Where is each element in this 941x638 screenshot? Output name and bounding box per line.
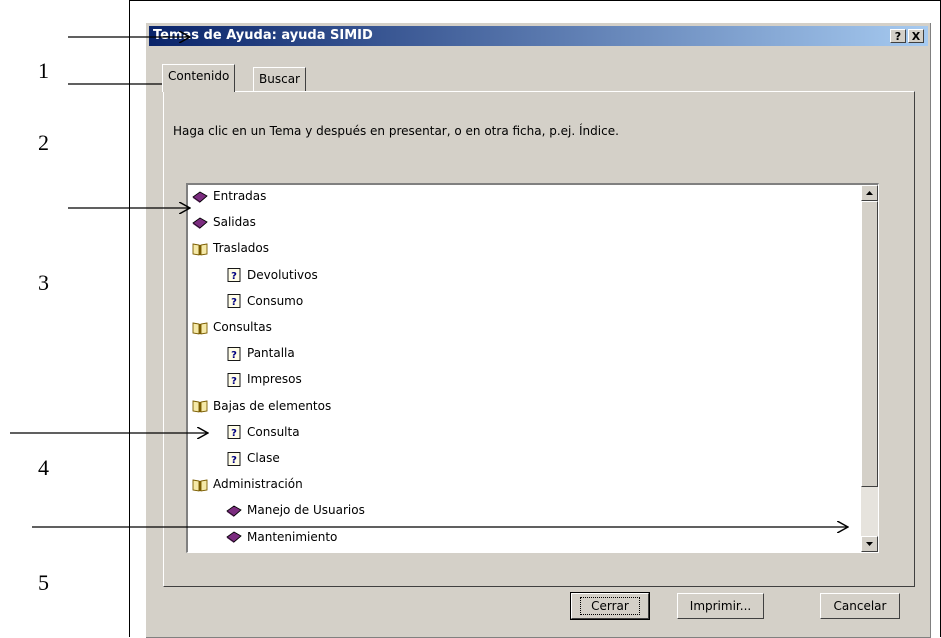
closed-book-icon xyxy=(192,216,208,230)
svg-text:?: ? xyxy=(231,455,237,466)
tree-item-label: Consumo xyxy=(247,293,304,308)
side-number-3: 3 xyxy=(38,270,49,295)
close-window-button[interactable]: X xyxy=(908,29,924,43)
help-page-icon: ? xyxy=(226,425,242,439)
tree-item[interactable]: ? Consulta xyxy=(226,423,300,441)
scroll-down-button[interactable] xyxy=(861,536,878,552)
svg-text:?: ? xyxy=(231,428,237,439)
open-book-icon xyxy=(192,478,208,492)
help-page-icon: ? xyxy=(226,372,242,387)
dialog-title: Temas de Ayuda: ayuda SIMID xyxy=(153,28,373,43)
tree-item-label: Manejo de Usuarios xyxy=(247,503,365,518)
svg-text:?: ? xyxy=(231,376,237,387)
tree-item[interactable]: ? Pantalla xyxy=(226,344,295,362)
scroll-thumb[interactable] xyxy=(861,201,878,487)
help-page-icon: ? xyxy=(226,268,242,282)
scroll-up-button[interactable] xyxy=(861,185,878,201)
imprimir-button-label: Imprimir... xyxy=(689,599,752,613)
svg-text:?: ? xyxy=(231,271,237,282)
help-button[interactable]: ? xyxy=(890,29,906,43)
tree-item[interactable]: Entradas xyxy=(192,187,266,205)
tree-item[interactable]: Traslados xyxy=(192,239,269,257)
side-number-1: 1 xyxy=(38,58,49,83)
tree-item-label: Mantenimiento xyxy=(247,529,338,544)
svg-text:?: ? xyxy=(231,350,237,361)
tree-item[interactable]: Bajas de elementos xyxy=(192,397,331,415)
cerrar-button[interactable]: Cerrar xyxy=(570,592,650,620)
tree-item-label: Impresos xyxy=(247,372,302,387)
help-page-icon: ? xyxy=(226,294,242,308)
instruction-text: Haga clic en un Tema y después en presen… xyxy=(173,124,619,138)
side-number-5: 5 xyxy=(38,570,49,595)
cerrar-button-label: Cerrar xyxy=(580,597,640,615)
tab-contenido[interactable]: Contenido xyxy=(162,64,236,92)
open-book-icon xyxy=(192,321,208,335)
tree-item[interactable]: Manejo de Usuarios xyxy=(226,501,365,519)
tree-item[interactable]: ? Impresos xyxy=(226,370,302,388)
tree-item-label: Pantalla xyxy=(247,346,295,361)
tree-item-label: Bajas de elementos xyxy=(213,398,332,413)
tree-item-label: Salidas xyxy=(213,215,256,230)
tree-item-label: Traslados xyxy=(213,241,270,256)
open-book-icon xyxy=(192,242,208,256)
tree-item-label: Consultas xyxy=(213,320,272,334)
tree-item-label: Administración xyxy=(213,477,303,492)
arrow-down-icon xyxy=(866,542,873,546)
help-page-icon: ? xyxy=(226,451,242,466)
tab-buscar-label: Buscar xyxy=(259,72,300,86)
help-page-icon: ? xyxy=(226,346,242,361)
vertical-scrollbar[interactable] xyxy=(861,185,878,552)
tree-item-label: Entradas xyxy=(213,189,267,203)
cancelar-button[interactable]: Cancelar xyxy=(820,593,900,619)
open-book-icon xyxy=(192,399,208,413)
frame-line-top xyxy=(129,0,941,1)
closed-book-icon xyxy=(192,190,208,204)
tab-buscar[interactable]: Buscar xyxy=(253,67,306,91)
arrow-up-icon xyxy=(866,191,873,195)
tab-contenido-label: Contenido xyxy=(168,69,230,83)
closed-book-icon xyxy=(226,530,242,544)
tree-item[interactable]: Administración xyxy=(192,475,303,493)
tree-item[interactable]: ? Clase xyxy=(226,449,280,467)
tree-item-label: Clase xyxy=(247,451,280,465)
topic-tree[interactable]: Entradas Salidas Traslados? Devolutivos? Con… xyxy=(186,183,879,553)
tree-item[interactable]: Salidas xyxy=(192,213,256,231)
side-number-4: 4 xyxy=(38,455,49,480)
tree-item[interactable]: ? Consumo xyxy=(226,292,303,310)
svg-text:?: ? xyxy=(231,297,237,308)
frame-line-left xyxy=(129,0,130,637)
tree-item[interactable]: Mantenimiento xyxy=(226,528,337,546)
title-bar[interactable]: Temas de Ayuda: ayuda SIMID ? X xyxy=(149,26,928,46)
tree-item[interactable]: ? Devolutivos xyxy=(226,266,318,284)
side-number-2: 2 xyxy=(38,130,49,155)
closed-book-icon xyxy=(226,504,242,518)
tree-item[interactable]: Consultas xyxy=(192,318,272,336)
imprimir-button[interactable]: Imprimir... xyxy=(677,593,764,619)
help-dialog: Temas de Ayuda: ayuda SIMID ? X Contenid… xyxy=(145,22,931,638)
cancelar-button-label: Cancelar xyxy=(833,599,887,613)
tree-item-label: Devolutivos xyxy=(247,267,318,282)
tree-item-label: Consulta xyxy=(247,424,300,439)
